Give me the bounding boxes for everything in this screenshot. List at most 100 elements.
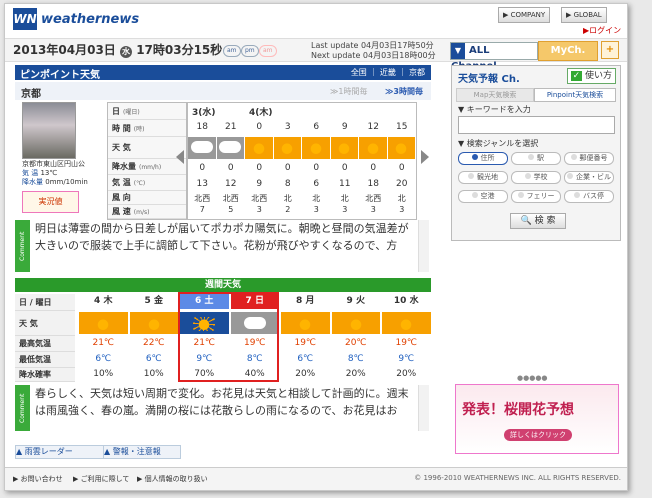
- prev-arrow-icon[interactable]: [176, 150, 184, 164]
- warnings-link[interactable]: ▲ 警報・注意報: [103, 445, 181, 459]
- row-label-unit: (時): [133, 126, 145, 133]
- current-datetime: 2013年04月03日 水 17時03分15秒: [13, 41, 222, 58]
- row-label-unit: (曜日): [123, 109, 140, 116]
- add-channel-button[interactable]: +: [601, 41, 619, 59]
- three-hour-link[interactable]: ≫3時間毎: [385, 86, 423, 97]
- sun-icon: [390, 141, 413, 155]
- global-button[interactable]: ▶ GLOBAL: [561, 7, 607, 23]
- weather-cell: [245, 137, 273, 159]
- weekly-high: 20℃: [344, 338, 367, 348]
- cloud-icon: [190, 141, 213, 153]
- hour-cell: 3: [284, 122, 291, 132]
- genre-label: 学校: [533, 173, 548, 181]
- keyword-input[interactable]: [458, 116, 615, 134]
- am-badge[interactable]: am: [223, 45, 241, 57]
- company-button[interactable]: ▶ COMPANY: [498, 7, 551, 23]
- weekly-day: 5 金: [129, 294, 178, 309]
- weather-cell: [302, 137, 330, 159]
- row-label-unit: (m/s): [133, 209, 150, 216]
- comment-scrollbar[interactable]: [418, 220, 429, 272]
- genre-option[interactable]: 空港: [458, 190, 508, 203]
- temp-cell: 9: [256, 179, 263, 189]
- mych-button[interactable]: MyCh.: [538, 41, 598, 61]
- breadcrumb-kinki[interactable]: 近畿: [380, 68, 396, 77]
- sun-icon: [304, 141, 327, 155]
- breadcrumb-kyoto[interactable]: 京都: [409, 68, 425, 77]
- row-label: 風 向: [108, 191, 186, 205]
- footer-contact-link[interactable]: ▶ お問い合わせ: [13, 474, 63, 484]
- footer-terms-link[interactable]: ▶ ご利用に際して: [73, 474, 129, 484]
- genre-option[interactable]: 住所: [458, 152, 508, 165]
- genre-option[interactable]: 観光地: [458, 171, 508, 184]
- live-camera-image[interactable]: [22, 102, 76, 159]
- pm-badge[interactable]: pm: [241, 45, 259, 57]
- wind-speed-cell: 3: [313, 205, 319, 214]
- keyword-label: ▼ キーワードを入力: [458, 105, 531, 114]
- live-precip: 降水量 0mm/10min: [22, 178, 88, 187]
- live-value-button[interactable]: 実況値: [22, 191, 79, 213]
- weekly-comment-scrollbar[interactable]: [418, 385, 429, 431]
- row-label-text: 降水量: [112, 162, 136, 171]
- sun-icon: [333, 141, 356, 155]
- genre-option[interactable]: 駅: [511, 152, 561, 165]
- temp-cell: 13: [196, 179, 208, 189]
- hour-cell: 15: [396, 122, 408, 132]
- wind-dir-cell: 北西: [365, 194, 382, 203]
- howto-button[interactable]: ✓ 使い方: [566, 68, 616, 84]
- tab-pinpoint-search[interactable]: Pinpoint天気検索: [534, 88, 616, 102]
- login-link[interactable]: ▶ログイン: [583, 25, 621, 36]
- pinpoint-forecast-grid: 3(水) 4(木) 18 0 13 北西 7 21 0 12 北西 5 0 0 9 北西 3 3 0 8 北 2 6 0 6 北 3…: [187, 102, 417, 220]
- breadcrumb-national[interactable]: 全国: [351, 68, 367, 77]
- sun-cloud-icon: [344, 317, 367, 331]
- temp-cell: 11: [339, 179, 351, 189]
- weathernews-logo[interactable]: WN: [13, 8, 37, 30]
- precip-cell: 0: [227, 163, 234, 173]
- weekly-grid: 日 / 曜日天 気最高気温 最低気温 降水確率 4 木 21℃ 6℃ 10% 5 金 22℃ 6℃…: [15, 292, 431, 382]
- one-hour-link[interactable]: ≫1時間毎: [330, 86, 367, 97]
- weekly-row-label: 日 / 曜日: [15, 294, 75, 311]
- day-label: 3(水): [192, 108, 216, 118]
- row-label: 時 間 (時): [108, 120, 186, 137]
- genre-option[interactable]: 企業・ビル: [564, 171, 614, 184]
- search-button[interactable]: 🔍 検 索: [510, 213, 566, 229]
- ad-pager[interactable]: ●●●●●: [517, 374, 548, 382]
- three-hour-label: 3時間毎: [393, 87, 423, 96]
- location-name: 京都: [21, 89, 41, 100]
- wind-dir-cell: 北西: [251, 194, 268, 203]
- radio-dot-icon: [574, 192, 580, 198]
- next-update-value: 04月03日18時00分: [362, 51, 436, 60]
- genre-option[interactable]: 学校: [511, 171, 561, 184]
- weekly-pop: 20%: [396, 369, 417, 379]
- all-channel-button[interactable]: ▼ALL Channel: [450, 42, 538, 72]
- genre-option[interactable]: バス停: [564, 190, 614, 203]
- wind-dir-cell: 北: [283, 194, 292, 203]
- sakura-ad-banner[interactable]: 発表！桜開花予想 詳しくはクリック: [455, 384, 619, 454]
- brand-name[interactable]: weathernews: [41, 12, 139, 27]
- rain-radar-link[interactable]: ▲ 雨雲レーダー: [15, 445, 117, 459]
- genre-option[interactable]: フェリー: [511, 190, 561, 203]
- am-badge-2[interactable]: am: [259, 45, 277, 57]
- weekly-weather-cell: [382, 312, 431, 334]
- precip-cell: 0: [199, 163, 206, 173]
- tab-map-search[interactable]: Map天気検索: [456, 88, 534, 102]
- footer: ▶ お問い合わせ ▶ ご利用に際して ▶ 個人情報の取り扱い © 1996-20…: [5, 467, 627, 490]
- footer-privacy-link[interactable]: ▶ 個人情報の取り扱い: [137, 474, 208, 484]
- precip-cell: 0: [370, 163, 377, 173]
- weekly-comment: 春らしく、天気は短い周期で変化。お花見は天気と相談して計画的に。週末は雨風強く、…: [35, 387, 409, 417]
- weekly-high: 19℃: [395, 338, 418, 348]
- row-label-text: 天 気: [112, 143, 131, 152]
- wind-dir-cell: 北西: [194, 194, 211, 203]
- next-arrow-icon[interactable]: [421, 150, 429, 164]
- radio-dot-icon: [468, 173, 474, 179]
- genre-option[interactable]: 郵便番号: [564, 152, 614, 165]
- row-label-text: 風 向: [112, 193, 131, 202]
- search-button-label: 検 索: [534, 216, 556, 226]
- chevron-down-icon: ▼: [451, 43, 465, 59]
- live-precip-value: 0mm/10min: [45, 178, 88, 186]
- row-label-text: 風 速: [112, 207, 131, 216]
- weekly-pop: 10%: [143, 369, 164, 379]
- precip-cell: 0: [284, 163, 291, 173]
- ad-cta-button[interactable]: 詳しくはクリック: [504, 429, 572, 441]
- wind-speed-cell: 2: [285, 205, 291, 214]
- weekly-weather-cell: [331, 312, 380, 334]
